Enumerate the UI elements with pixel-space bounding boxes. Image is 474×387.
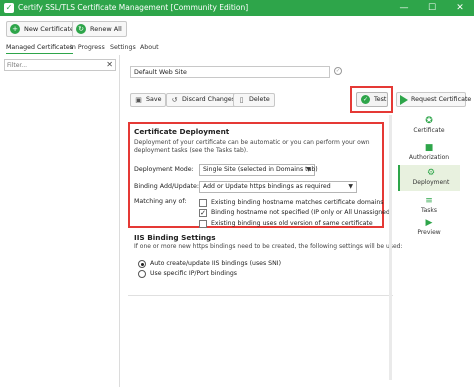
maximize-button[interactable]: ☐ (418, 0, 446, 16)
binding-label: Binding Add/Update: (134, 183, 200, 190)
save-icon: ▣ (135, 96, 142, 104)
step-label: Deployment (412, 179, 450, 186)
request-certificate-label: Request Certificate (411, 96, 472, 103)
iis-option-label: Auto create/update IIS bindings (uses SN… (150, 260, 281, 267)
delete-button[interactable]: ▯ Delete (233, 93, 275, 107)
deployment-mode-value: Single Site (selected in Domains tab) (203, 166, 318, 173)
trash-icon: ▯ (239, 96, 244, 104)
matching-option-label: Existing binding uses old version of sam… (211, 220, 373, 227)
app-logo-icon: ✓ (4, 3, 14, 13)
deployment-mode-label: Deployment Mode: (134, 166, 194, 173)
new-certificate-button[interactable]: + New Certificate (6, 21, 80, 37)
iis-section-title: IIS Binding Settings (134, 233, 216, 242)
site-status-icon: ✓ (334, 67, 342, 75)
refresh-icon: ↻ (76, 24, 86, 34)
certificate-list-panel: ✕ (0, 55, 120, 387)
section-divider (128, 295, 393, 296)
close-button[interactable]: ✕ (446, 0, 474, 16)
discard-changes-button[interactable]: ↺ Discard Changes (166, 93, 241, 107)
radio[interactable] (138, 270, 146, 278)
lock-icon: ■ (424, 143, 434, 153)
new-certificate-label: New Certificate (24, 25, 75, 33)
tab-settings[interactable]: Settings (110, 43, 136, 53)
plus-icon: + (10, 24, 20, 34)
undo-icon: ↺ (171, 96, 178, 104)
test-label: Test (374, 96, 387, 103)
delete-label: Delete (249, 96, 270, 103)
step-label: Authorization (408, 154, 450, 161)
deployment-mode-select[interactable]: Single Site (selected in Domains tab) ▼ (199, 164, 318, 176)
chevron-down-icon: ▼ (348, 183, 353, 190)
filter-input[interactable] (7, 61, 99, 70)
filter-box: ✕ (4, 59, 116, 71)
window-title: Certify SSL/TLS Certificate Management [… (18, 3, 249, 12)
chevron-down-icon: ▼ (306, 166, 311, 173)
step-label: Preview (417, 229, 441, 236)
binding-select[interactable]: Add or Update https bindings as required… (199, 181, 357, 193)
checkbox[interactable] (199, 199, 207, 207)
clear-filter-icon[interactable]: ✕ (106, 60, 113, 70)
step-label: Certificate (413, 127, 445, 134)
deployment-description: Deployment of your certificate can be au… (134, 139, 370, 154)
minimize-button[interactable]: — (390, 0, 418, 16)
radio-selected[interactable] (138, 260, 146, 268)
deployment-icon: ⚙ (426, 168, 436, 178)
main-tabs: Managed Certificates In Progress Setting… (0, 43, 474, 54)
step-label: Tasks (420, 207, 438, 214)
matching-label: Matching any of: (134, 198, 187, 205)
checkbox[interactable] (199, 220, 207, 228)
matching-option-label: Existing binding hostname matches certif… (211, 199, 384, 206)
main-toolbar: + New Certificate ↻ Renew All (0, 16, 474, 40)
step-deployment[interactable]: ⚙ Deployment (398, 165, 460, 191)
tasks-icon: ≡ (425, 196, 433, 206)
site-name-input[interactable] (134, 68, 324, 77)
renew-all-button[interactable]: ↻ Renew All (72, 21, 127, 37)
renew-all-label: Renew All (90, 25, 122, 33)
save-label: Save (146, 96, 162, 103)
discard-label: Discard Changes (182, 96, 236, 103)
tab-about[interactable]: About (140, 43, 159, 53)
certificate-icon: ✪ (425, 116, 433, 126)
iis-option-label: Use specific IP/Port bindings (150, 270, 238, 277)
iis-description: If one or more new https bindings need t… (134, 243, 403, 250)
step-preview[interactable]: ▶ Preview (398, 215, 460, 251)
matching-option-label: Binding hostname not specified (IP only … (211, 209, 393, 216)
play-icon (400, 95, 408, 105)
check-circle-icon: ✓ (361, 95, 370, 104)
tab-in-progress[interactable]: In Progress (70, 43, 105, 53)
deployment-section-title: Certificate Deployment (134, 127, 230, 136)
request-certificate-button[interactable]: Request Certificate (396, 92, 471, 107)
scrollbar[interactable] (389, 115, 392, 380)
preview-icon: ▶ (425, 218, 433, 228)
checkbox-checked[interactable]: ✓ (199, 209, 207, 217)
site-name-field (130, 66, 330, 78)
save-button[interactable]: ▣ Save (130, 93, 167, 107)
title-bar: ✓ Certify SSL/TLS Certificate Management… (0, 0, 474, 16)
tab-managed-certificates[interactable]: Managed Certificates (6, 43, 73, 54)
test-button[interactable]: ✓ Test (356, 92, 388, 107)
binding-value: Add or Update https bindings as required (203, 183, 331, 190)
